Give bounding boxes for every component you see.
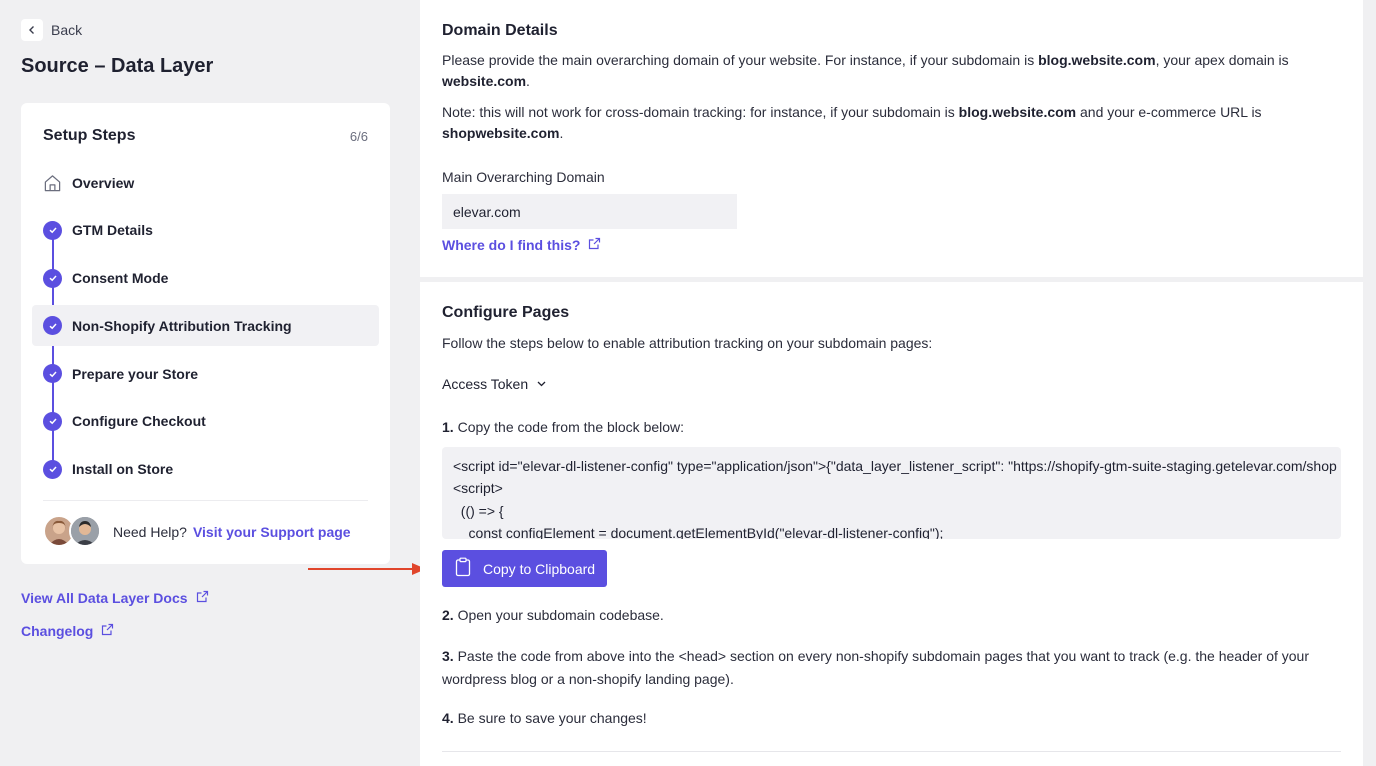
text-bold: website.com: [442, 73, 527, 89]
step-number: 2.: [442, 607, 454, 623]
step-label: GTM Details: [72, 222, 153, 239]
code-line: (() => {: [453, 502, 504, 519]
text: and your e-commerce URL is: [1076, 104, 1262, 120]
step-number: 1.: [442, 419, 454, 435]
access-token-dropdown[interactable]: Access Token: [442, 376, 547, 392]
code-line: <script id="elevar-dl-listener-config" t…: [453, 458, 1337, 474]
view-docs-label: View All Data Layer Docs: [21, 590, 188, 606]
step-label: Configure Checkout: [72, 413, 206, 430]
step-3-instruction: 3. Paste the code from above into the <h…: [442, 645, 1322, 690]
text-bold: blog.website.com: [1038, 52, 1156, 68]
changelog-label: Changelog: [21, 623, 94, 639]
setup-steps-count: 6/6: [349, 128, 368, 144]
step-consent-mode[interactable]: Consent Mode: [32, 258, 379, 299]
step-number: 4.: [442, 710, 454, 726]
step-label: Install on Store: [72, 461, 174, 478]
step-configure-checkout[interactable]: Configure Checkout: [32, 401, 379, 442]
code-line: const configElement = document.getElemen…: [453, 524, 944, 539]
setup-steps-card: Setup Steps 6/6 Overview GTM Details Con…: [21, 103, 390, 564]
domain-details-title: Domain Details: [442, 22, 558, 39]
support-page-link[interactable]: Visit your Support page: [193, 524, 351, 540]
dropdown-label: Access Token: [442, 376, 529, 392]
text-bold: blog.website.com: [958, 104, 1077, 120]
text: Copy the code from the block below:: [453, 419, 685, 435]
domain-input[interactable]: [442, 194, 737, 229]
configure-pages-title: Configure Pages: [442, 304, 570, 321]
code-block[interactable]: <script id="elevar-dl-listener-config" t…: [442, 447, 1341, 539]
configure-pages-card: Configure Pages Follow the steps below t…: [420, 282, 1363, 766]
external-link-icon: [588, 237, 601, 253]
setup-steps-list: Overview GTM Details Consent Mode Non-Sh…: [32, 162, 379, 497]
help-row: Need Help? Visit your Support page: [43, 500, 368, 549]
setup-steps-title: Setup Steps: [43, 127, 136, 144]
check-icon: [43, 316, 62, 336]
step-label: Non-Shopify Attribution Tracking: [72, 317, 292, 334]
text: Be sure to save your changes!: [453, 710, 647, 726]
arrow-right-icon: [308, 563, 426, 575]
copy-button-label: Copy to Clipboard: [483, 560, 596, 577]
check-icon: [43, 459, 62, 479]
divider: [442, 751, 1341, 752]
copy-to-clipboard-button[interactable]: Copy to Clipboard: [442, 550, 607, 587]
text: Note: this will not work for cross-domai…: [442, 104, 959, 120]
chevron-down-icon: [536, 376, 547, 392]
step-number: 3.: [442, 648, 454, 664]
external-link-icon: [196, 590, 209, 606]
domain-field-label: Main Overarching Domain: [442, 169, 605, 185]
step-overview[interactable]: Overview: [32, 162, 379, 203]
step-label: Consent Mode: [72, 270, 169, 287]
support-avatars: [43, 515, 103, 549]
text: Please provide the main overarching doma…: [442, 52, 1039, 68]
domain-note: Note: this will not work for cross-domai…: [442, 102, 1322, 144]
changelog-link[interactable]: Changelog: [21, 623, 114, 639]
view-docs-link[interactable]: View All Data Layer Docs: [21, 590, 209, 606]
page-title: Source – Data Layer: [21, 55, 214, 77]
domain-details-card: Domain Details Please provide the main o…: [420, 0, 1363, 277]
external-link-icon: [101, 623, 114, 639]
step-label: Prepare your Store: [72, 365, 199, 382]
step-prepare-your-store[interactable]: Prepare your Store: [32, 353, 379, 394]
step-label: Overview: [72, 174, 135, 191]
text: Open your subdomain codebase.: [453, 607, 664, 623]
step-4-instruction: 4. Be sure to save your changes!: [442, 708, 1322, 729]
text: Paste the code from above into the <head…: [442, 648, 1309, 687]
step-non-shopify-attribution-tracking[interactable]: Non-Shopify Attribution Tracking: [32, 305, 379, 347]
check-icon: [43, 411, 62, 431]
code-line: <script>: [453, 480, 503, 497]
text: .: [559, 125, 564, 141]
text: .: [526, 73, 530, 89]
step-1-instruction: 1. Copy the code from the block below:: [442, 417, 1322, 438]
text-bold: shopwebsite.com: [442, 125, 560, 141]
back-button[interactable]: Back: [21, 18, 82, 42]
home-icon: [43, 173, 62, 192]
back-label: Back: [51, 22, 83, 38]
check-icon: [43, 364, 62, 384]
step-gtm-details[interactable]: GTM Details: [32, 210, 379, 251]
check-icon: [43, 268, 62, 288]
clipboard-icon: [455, 557, 471, 580]
chevron-left-icon: [21, 19, 43, 41]
where-find-link[interactable]: Where do I find this?: [442, 237, 601, 253]
domain-description: Please provide the main overarching doma…: [442, 50, 1322, 92]
where-find-label: Where do I find this?: [442, 237, 581, 253]
step-2-instruction: 2. Open your subdomain codebase.: [442, 605, 1322, 626]
need-help-text: Need Help?: [113, 524, 187, 540]
configure-pages-intro: Follow the steps below to enable attribu…: [442, 335, 933, 351]
text: , your apex domain is: [1155, 52, 1289, 68]
step-install-on-store[interactable]: Install on Store: [32, 449, 379, 490]
check-icon: [43, 220, 62, 240]
avatar: [69, 515, 101, 547]
setup-steps-header: Setup Steps 6/6: [43, 127, 368, 145]
